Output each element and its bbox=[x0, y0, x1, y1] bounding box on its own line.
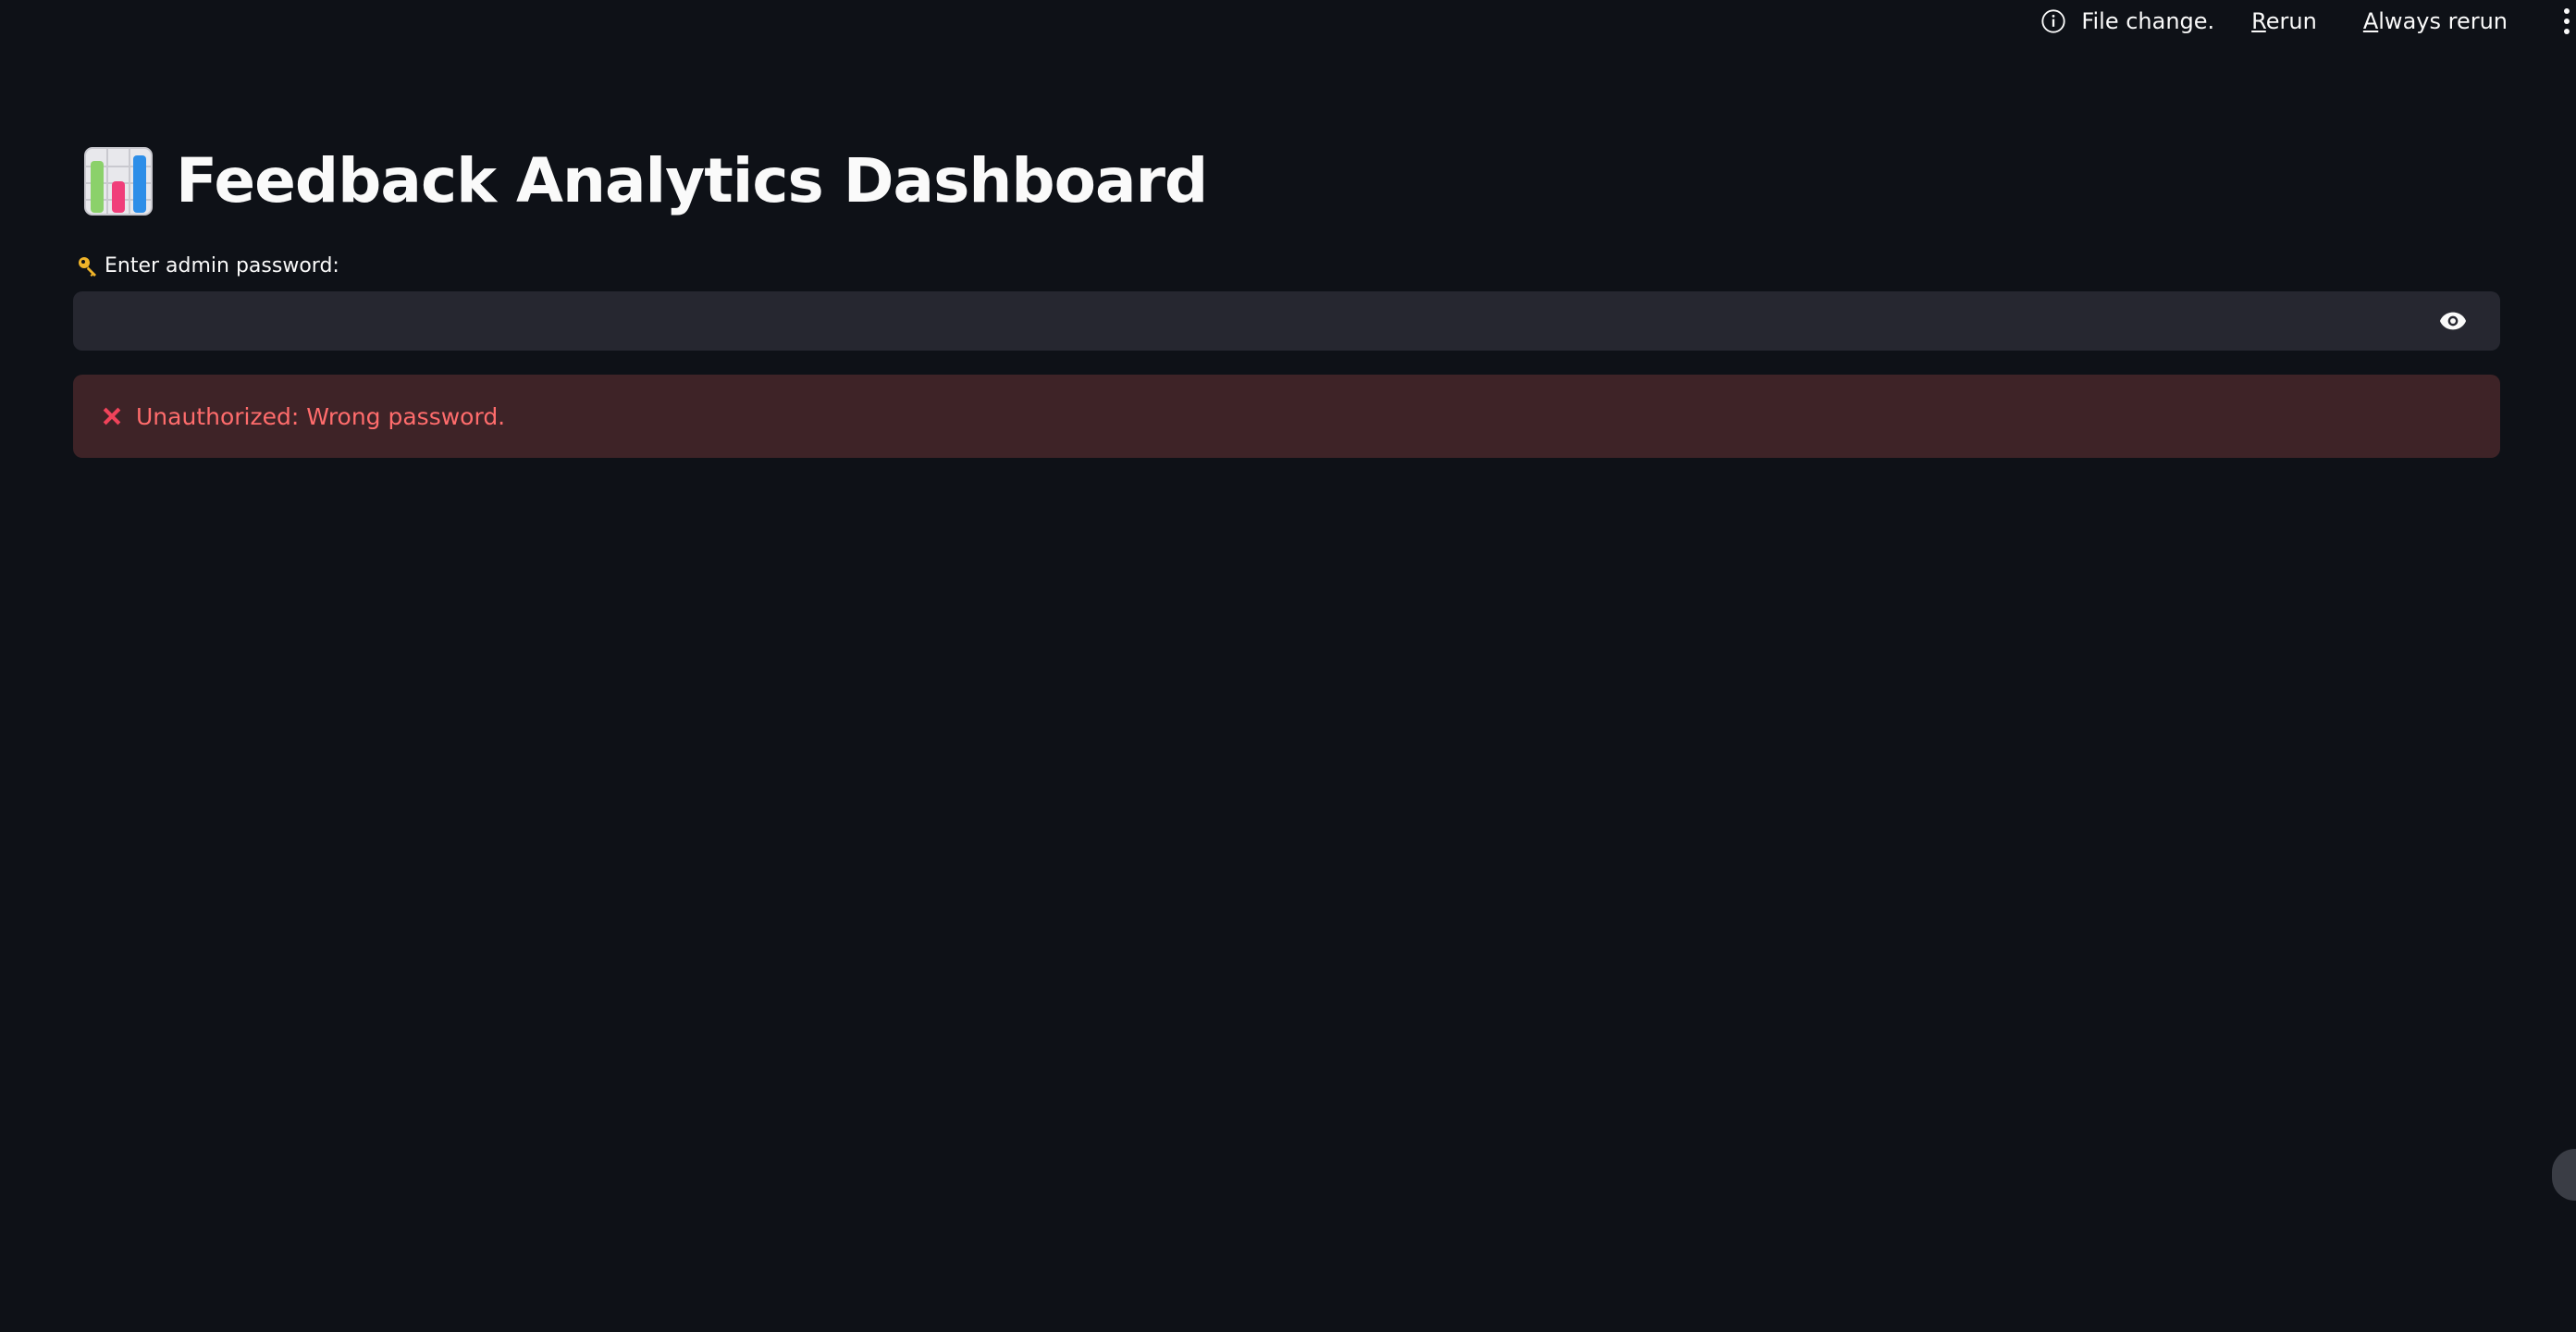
bar-chart-emoji-icon bbox=[84, 147, 153, 216]
eye-icon bbox=[2440, 312, 2466, 330]
status-text: File change. bbox=[2081, 8, 2215, 34]
always-rerun-label: lways rerun bbox=[2378, 8, 2508, 34]
password-label: Enter admin password: bbox=[77, 254, 339, 278]
always-rerun-button[interactable]: Always rerun bbox=[2363, 5, 2508, 38]
error-message: Unauthorized: Wrong password. bbox=[136, 402, 506, 430]
title-row: Feedback Analytics Dashboard bbox=[83, 145, 1208, 216]
rerun-label: erun bbox=[2265, 8, 2317, 34]
rerun-hotkey: R bbox=[2251, 8, 2266, 34]
status-widget: File change. Rerun Always rerun bbox=[2040, 5, 2552, 38]
always-rerun-hotkey: A bbox=[2362, 8, 2379, 34]
kebab-menu-icon[interactable] bbox=[2558, 0, 2576, 43]
show-password-button[interactable] bbox=[2421, 291, 2485, 351]
key-icon bbox=[79, 256, 96, 277]
sidebar-edge-handle[interactable] bbox=[2552, 1149, 2576, 1201]
password-label-text: Enter admin password: bbox=[105, 254, 339, 278]
error-alert: Unauthorized: Wrong password. bbox=[73, 375, 2500, 458]
top-toolbar: File change. Rerun Always rerun bbox=[2040, 0, 2576, 43]
x-icon bbox=[103, 407, 121, 426]
password-input[interactable] bbox=[73, 291, 2421, 351]
info-circle-icon bbox=[2041, 9, 2066, 33]
page-title: Feedback Analytics Dashboard bbox=[176, 145, 1208, 216]
password-field-container bbox=[73, 291, 2500, 351]
rerun-button[interactable]: Rerun bbox=[2251, 5, 2317, 38]
